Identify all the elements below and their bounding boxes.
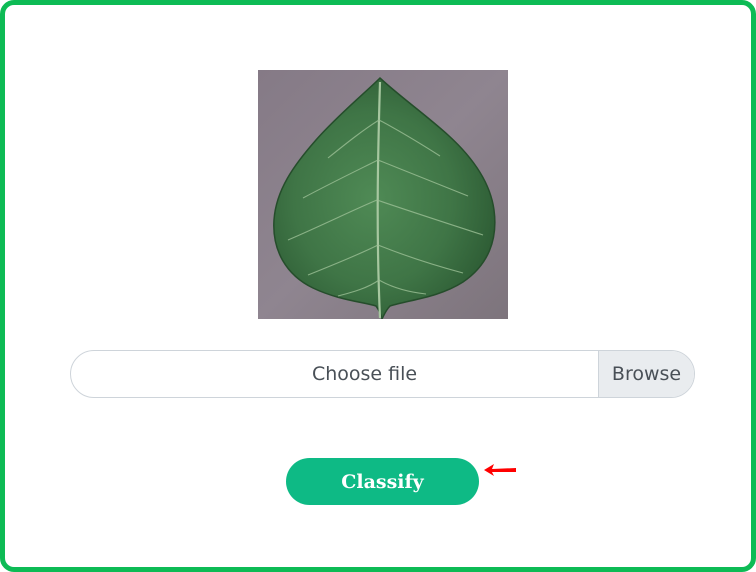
leaf-image-preview bbox=[258, 70, 508, 319]
browse-button[interactable]: Browse bbox=[598, 351, 694, 397]
classify-button[interactable]: Classify bbox=[286, 458, 479, 505]
app-frame: Choose file Browse Classify bbox=[0, 0, 756, 572]
arrow-left-icon bbox=[484, 464, 516, 476]
file-input-label[interactable]: Choose file bbox=[71, 351, 598, 397]
file-input[interactable]: Choose file Browse bbox=[70, 350, 695, 398]
leaf-image bbox=[258, 70, 508, 319]
